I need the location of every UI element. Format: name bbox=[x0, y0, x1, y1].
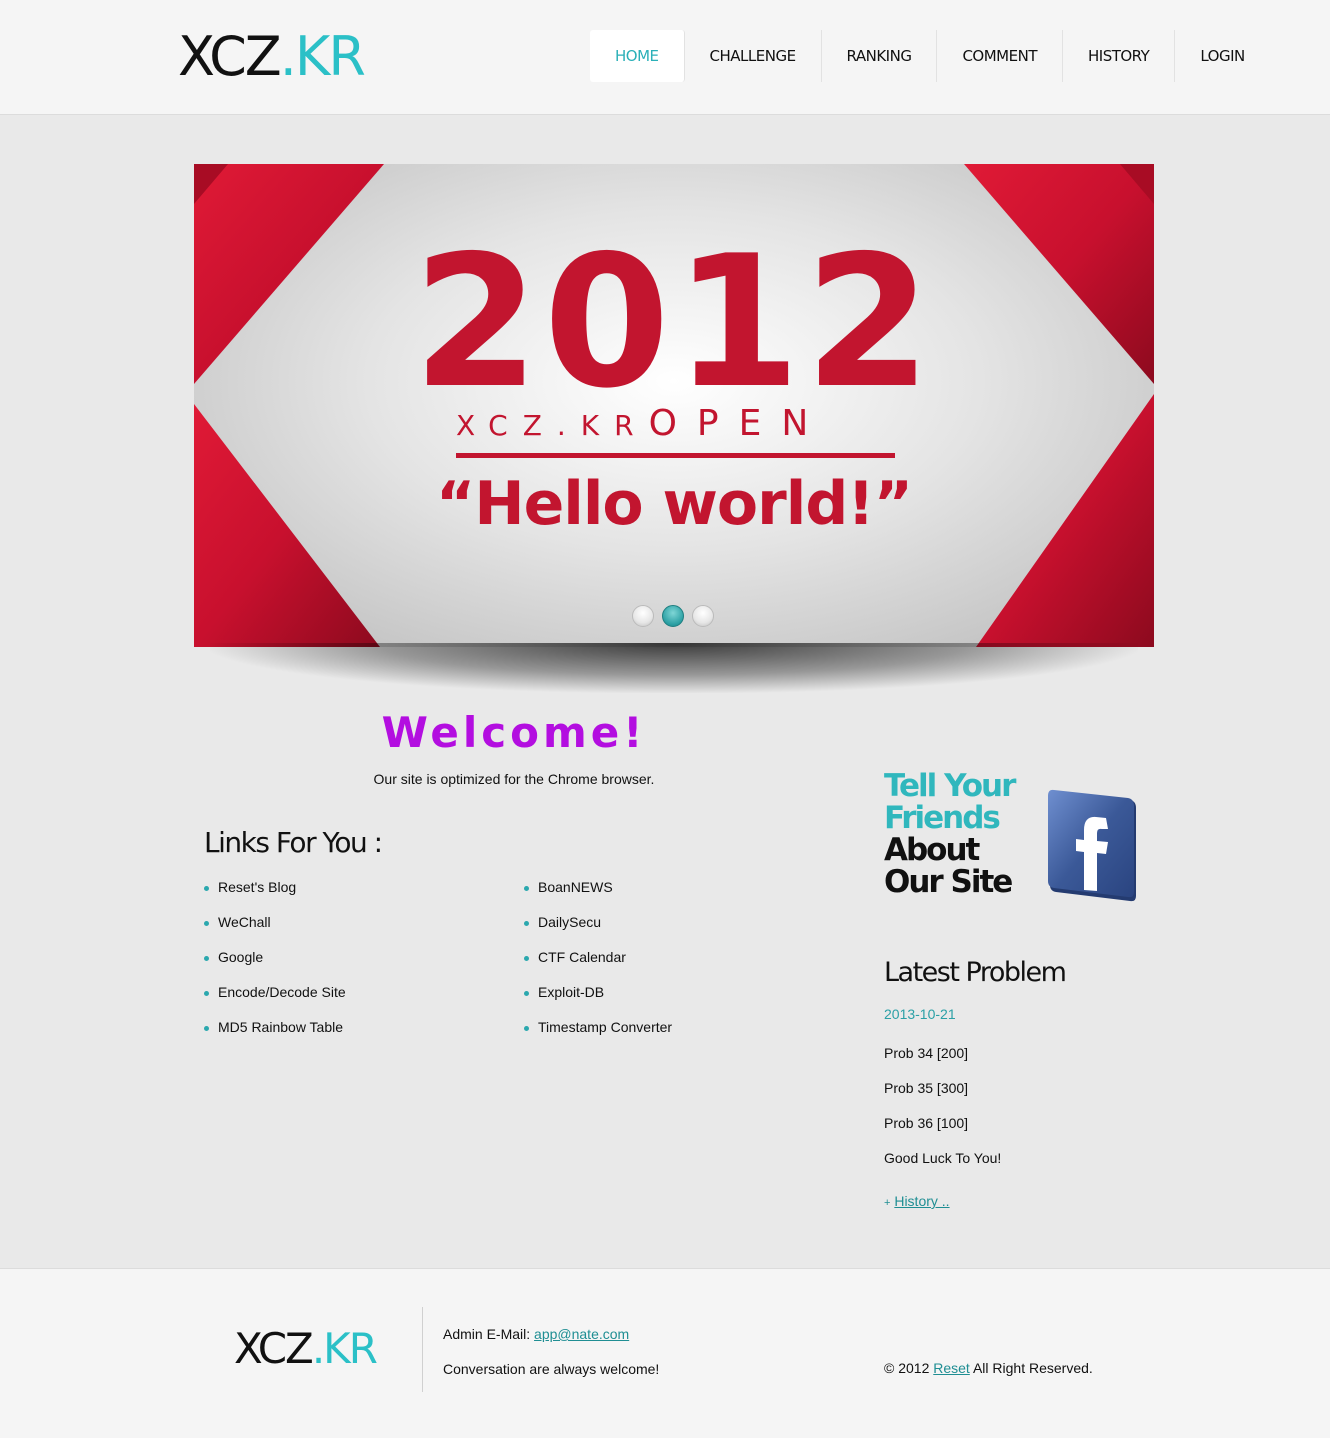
footer-logo-main: XCZ bbox=[234, 1324, 314, 1373]
list-item: Good Luck To You! bbox=[884, 1150, 1002, 1166]
footer-note: Conversation are always welcome! bbox=[443, 1361, 660, 1377]
footer-logo[interactable]: XCZ.KR bbox=[234, 1321, 378, 1377]
latest-problem-title: Latest Problem bbox=[884, 957, 1067, 988]
slide-subtitle: XCZ.KROPEN bbox=[456, 404, 896, 450]
list-item: Prob 35 [300] bbox=[884, 1080, 969, 1096]
nav-ranking[interactable]: RANKING bbox=[822, 30, 938, 82]
hero-slider[interactable]: 2012 XCZ.KROPEN “Hello world!” bbox=[194, 164, 1154, 647]
slider-dot-3[interactable] bbox=[692, 605, 714, 627]
history-link[interactable]: + History .. bbox=[884, 1193, 950, 1209]
site-header: XCZ.KR HOME CHALLENGE RANKING COMMENT HI… bbox=[0, 0, 1330, 115]
site-footer: XCZ.KR Admin E-Mail: app@nate.com Conver… bbox=[0, 1268, 1330, 1438]
promo-line-1: Tell Your bbox=[884, 768, 1016, 804]
footer-logo-accent: .KR bbox=[311, 1324, 378, 1373]
plus-icon: + bbox=[884, 1197, 891, 1209]
email-label: Admin E-Mail: bbox=[443, 1326, 531, 1342]
links-list-right: BoanNEWS DailySecu CTF Calendar Exploit-… bbox=[524, 879, 672, 1054]
welcome-title: Welcome! bbox=[381, 708, 647, 757]
link-item[interactable]: DailySecu bbox=[524, 914, 672, 949]
nav-comment[interactable]: COMMENT bbox=[937, 30, 1063, 82]
copyright-prefix: © 2012 bbox=[884, 1360, 930, 1376]
nav-login[interactable]: LOGIN bbox=[1175, 30, 1269, 82]
slider-dot-1[interactable] bbox=[632, 605, 654, 627]
link-item[interactable]: MD5 Rainbow Table bbox=[204, 1019, 346, 1054]
slide-sub-right: OPEN bbox=[648, 403, 829, 444]
main-nav: HOME CHALLENGE RANKING COMMENT HISTORY L… bbox=[590, 30, 1270, 82]
copyright-suffix: All Right Reserved. bbox=[972, 1360, 1093, 1376]
slide-year: 2012 bbox=[412, 216, 936, 428]
promo-line-4: Our Site bbox=[884, 864, 1013, 900]
link-item[interactable]: Reset's Blog bbox=[204, 879, 346, 914]
list-item: Prob 34 [200] bbox=[884, 1045, 969, 1061]
promo-line-2: Friends bbox=[884, 800, 1001, 836]
welcome-intro: Our site is optimized for the Chrome bro… bbox=[373, 771, 655, 787]
list-item: Prob 36 [100] bbox=[884, 1115, 969, 1131]
links-title: Links For You : bbox=[204, 826, 383, 859]
facebook-icon[interactable] bbox=[1048, 788, 1140, 906]
link-item[interactable]: Exploit-DB bbox=[524, 984, 672, 1019]
main-content: 2012 XCZ.KROPEN “Hello world!” Welcome! … bbox=[0, 115, 1330, 1268]
nav-challenge[interactable]: CHALLENGE bbox=[685, 30, 822, 82]
slider-dot-2[interactable] bbox=[662, 605, 684, 627]
link-item[interactable]: Timestamp Converter bbox=[524, 1019, 672, 1054]
logo-main: XCZ bbox=[178, 25, 282, 88]
footer-copyright: © 2012 Reset All Right Reserved. bbox=[884, 1360, 1093, 1376]
email-link[interactable]: app@nate.com bbox=[534, 1326, 629, 1342]
slider-pagination bbox=[632, 605, 714, 627]
site-logo[interactable]: XCZ.KR bbox=[178, 22, 366, 92]
footer-divider bbox=[422, 1307, 423, 1392]
footer-email: Admin E-Mail: app@nate.com bbox=[443, 1326, 629, 1342]
link-item[interactable]: CTF Calendar bbox=[524, 949, 672, 984]
nav-home[interactable]: HOME bbox=[590, 30, 685, 82]
slide-underline bbox=[456, 453, 895, 458]
history-link-label[interactable]: History .. bbox=[894, 1193, 949, 1209]
link-item[interactable]: WeChall bbox=[204, 914, 346, 949]
latest-problem-list: Prob 34 [200] Prob 35 [300] Prob 36 [100… bbox=[884, 1045, 1001, 1185]
logo-accent: .KR bbox=[279, 25, 366, 88]
link-item[interactable]: BoanNEWS bbox=[524, 879, 672, 914]
link-item[interactable]: Google bbox=[204, 949, 346, 984]
promo-line-3: About bbox=[884, 832, 980, 868]
slide-sub-left: XCZ.KR bbox=[456, 409, 649, 442]
latest-problem-date: 2013-10-21 bbox=[884, 1006, 956, 1022]
links-list-left: Reset's Blog WeChall Google Encode/Decod… bbox=[204, 879, 346, 1054]
promo-text: Tell Your Friends About Our Site bbox=[884, 768, 1016, 900]
slide-quote: “Hello world!” bbox=[435, 469, 913, 539]
facebook-promo[interactable]: Tell Your Friends About Our Site bbox=[884, 770, 1144, 910]
slider-shadow bbox=[210, 643, 1138, 693]
nav-history[interactable]: HISTORY bbox=[1063, 30, 1176, 82]
link-item[interactable]: Encode/Decode Site bbox=[204, 984, 346, 1019]
copyright-link[interactable]: Reset bbox=[933, 1360, 970, 1376]
